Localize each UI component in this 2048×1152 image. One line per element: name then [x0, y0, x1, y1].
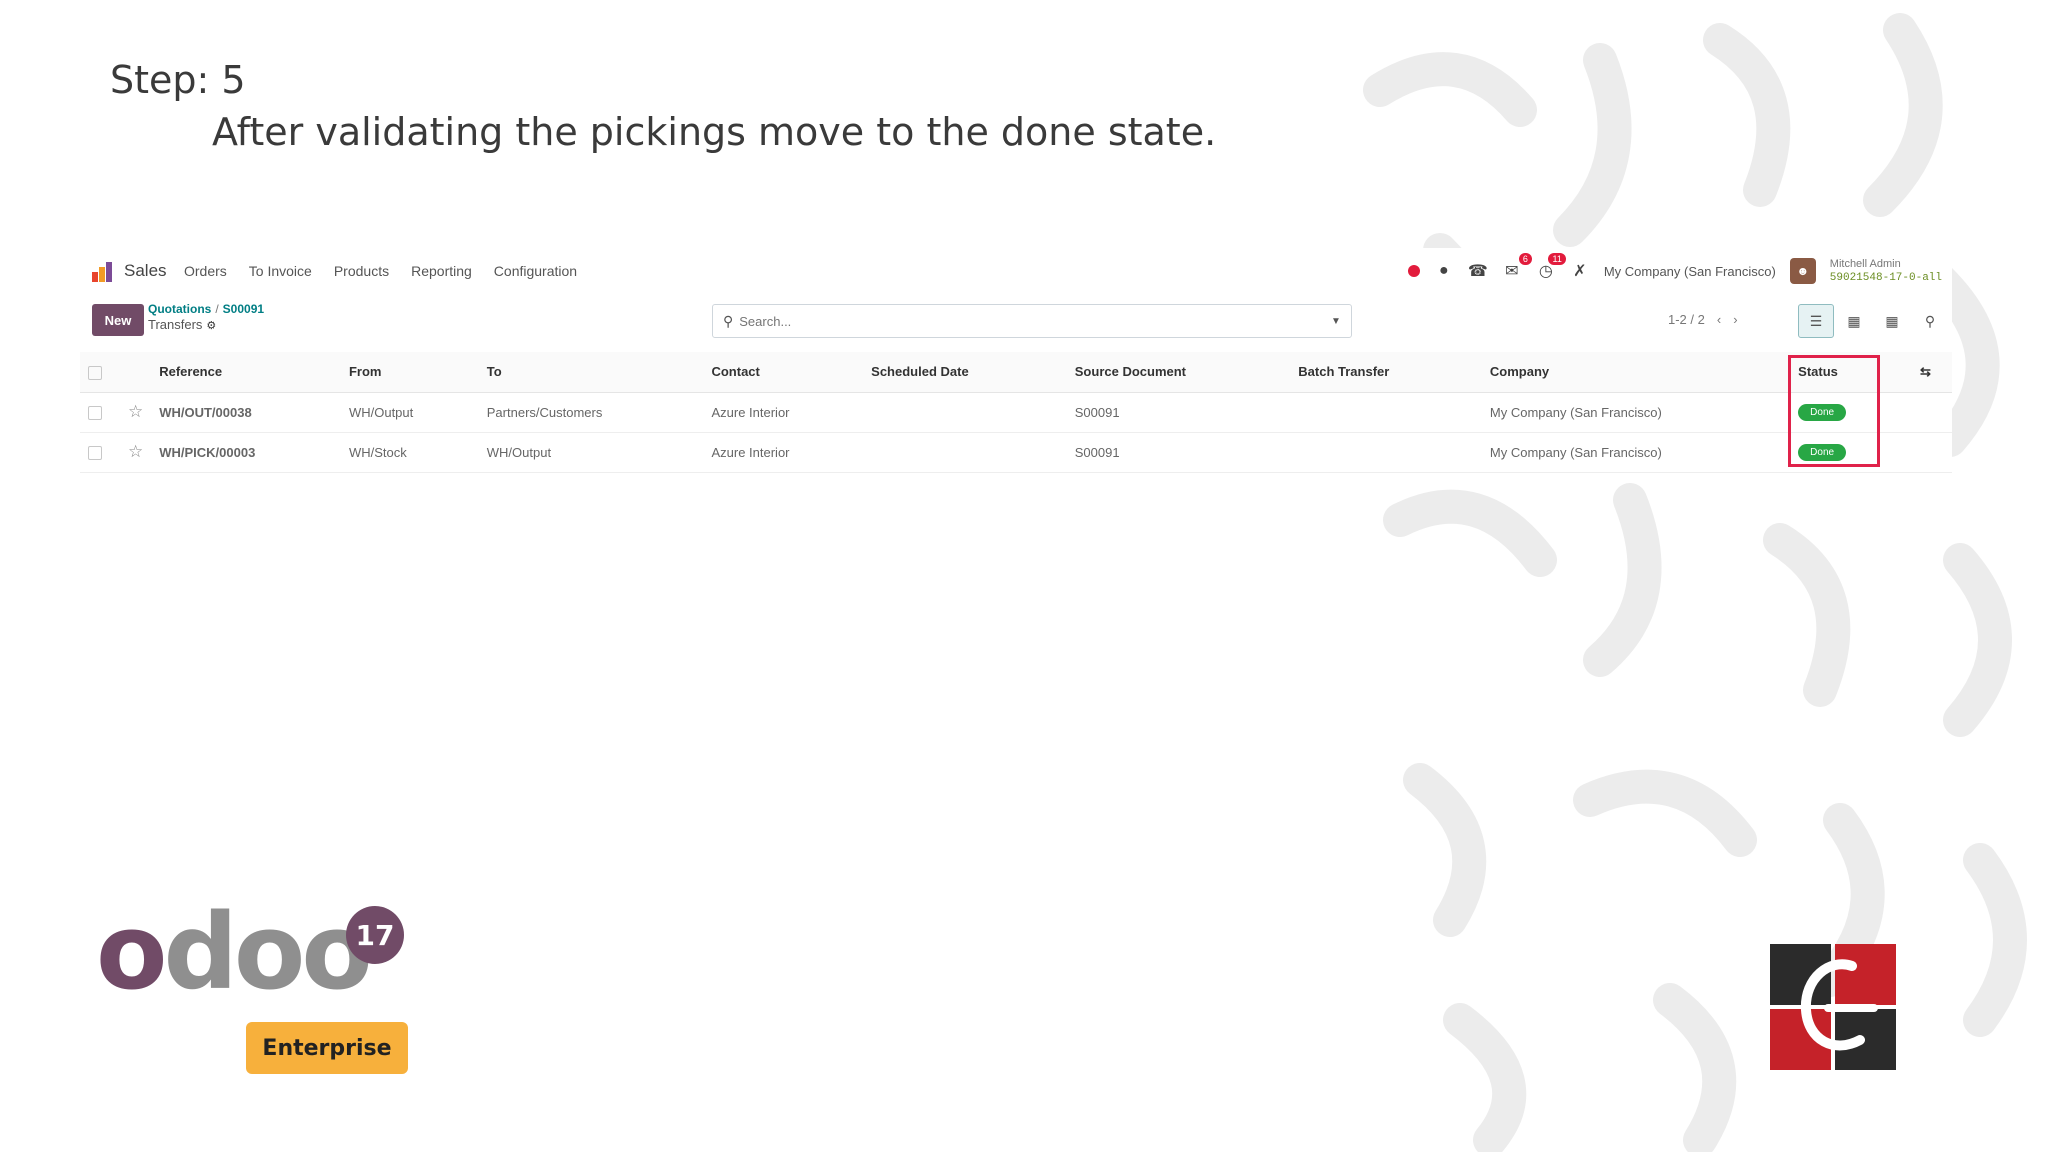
star-icon[interactable]: ☆ — [128, 402, 143, 421]
cell-contact: Azure Interior — [703, 432, 864, 473]
row-trailing-cell — [1911, 392, 1952, 433]
table-row[interactable]: ☆ WH/PICK/00003 WH/Stock WH/Output Azure… — [80, 432, 1952, 473]
optional-columns-icon[interactable]: ⇆ — [1911, 352, 1952, 393]
status-badge: Done — [1798, 444, 1847, 461]
messages-icon[interactable]: ✉ 6 — [1502, 253, 1532, 281]
view-switcher: ☰ ▦ ▦ ⚲ — [1798, 304, 1948, 338]
breadcrumb-separator: / — [215, 302, 219, 316]
decorative-swirl-background — [1340, 0, 2048, 1152]
menu-reporting[interactable]: Reporting — [411, 263, 472, 279]
search-options-toggle-icon[interactable]: ▼ — [1321, 316, 1351, 327]
pager-value[interactable]: 1-2 / 2 — [1668, 312, 1705, 327]
favorite-cell: ☆ — [119, 432, 152, 473]
pager-next-icon[interactable]: › — [1733, 312, 1737, 327]
pager: 1-2 / 2 ‹ › — [1668, 312, 1738, 327]
menu-to-invoice[interactable]: To Invoice — [249, 263, 312, 279]
app-name[interactable]: Sales — [124, 261, 167, 281]
company-brand-logo — [1770, 944, 1896, 1070]
database-name: 59021548-17-0-all — [1829, 272, 1942, 284]
step-description: After validating the pickings move to th… — [212, 110, 1217, 154]
bug-icon[interactable]: ● — [1434, 261, 1454, 281]
cell-to: Partners/Customers — [478, 392, 704, 433]
cell-batch-transfer — [1290, 432, 1482, 473]
cell-to: WH/Output — [478, 432, 704, 473]
breadcrumb-order[interactable]: S00091 — [223, 302, 264, 316]
messages-count-badge: 6 — [1518, 253, 1532, 265]
user-avatar[interactable]: ☻ — [1789, 258, 1816, 284]
version-badge: 17 — [346, 906, 404, 964]
header-scheduled-date[interactable]: Scheduled Date — [863, 352, 1067, 393]
cell-source-document: S00091 — [1066, 432, 1291, 473]
cell-status: Done — [1790, 432, 1912, 473]
activities-icon[interactable]: ◷ 11 — [1536, 253, 1566, 281]
search-bar: ⚲ ▼ — [712, 304, 1352, 338]
table-header-row: Reference From To Contact Scheduled Date… — [80, 352, 1952, 393]
header-company[interactable]: Company — [1481, 352, 1791, 393]
user-name: Mitchell Admin — [1829, 258, 1901, 270]
row-checkbox[interactable] — [88, 405, 102, 420]
cell-company: My Company (San Francisco) — [1481, 432, 1791, 473]
search-icon: ⚲ — [723, 312, 734, 329]
row-trailing-cell — [1911, 432, 1952, 473]
header-reference[interactable]: Reference — [151, 352, 341, 393]
calendar-view-icon[interactable]: ▦ — [1874, 304, 1910, 338]
cell-from: WH/Output — [340, 392, 479, 433]
header-status[interactable]: Status — [1790, 352, 1912, 393]
gear-icon[interactable]: ⚙ — [206, 320, 216, 332]
menu-products[interactable]: Products — [334, 263, 389, 279]
search-input[interactable] — [739, 313, 1321, 329]
menu-orders[interactable]: Orders — [184, 263, 227, 279]
odoo-app-window: Sales Orders To Invoice Products Reporti… — [80, 248, 1952, 478]
header-from[interactable]: From — [340, 352, 479, 393]
odoo-logo: odoo — [96, 891, 373, 1013]
cell-contact: Azure Interior — [703, 392, 864, 433]
pager-previous-icon[interactable]: ‹ — [1717, 312, 1721, 327]
cell-status: Done — [1790, 392, 1912, 433]
step-title: Step: 5 — [110, 58, 246, 102]
breadcrumb-quotations[interactable]: Quotations — [148, 302, 211, 316]
header-source-document[interactable]: Source Document — [1066, 352, 1291, 393]
status-badge: Done — [1798, 404, 1847, 421]
star-icon[interactable]: ☆ — [128, 442, 143, 461]
cell-reference: WH/OUT/00038 — [151, 392, 341, 433]
transfers-list: Reference From To Contact Scheduled Date… — [80, 352, 1952, 473]
phone-icon[interactable]: ☎ — [1468, 261, 1488, 281]
row-select-cell — [80, 392, 120, 433]
favorite-cell: ☆ — [119, 392, 152, 433]
cell-scheduled-date — [863, 392, 1067, 433]
user-menu[interactable]: Mitchell Admin 59021548-17-0-all — [1830, 257, 1942, 285]
header-to[interactable]: To — [478, 352, 704, 393]
cell-scheduled-date — [863, 432, 1067, 473]
recording-dot-icon[interactable] — [1407, 265, 1420, 277]
header-batch-transfer[interactable]: Batch Transfer — [1290, 352, 1482, 393]
breadcrumb: Quotations / S00091 Transfers ⚙ — [148, 302, 264, 334]
activities-count-badge: 11 — [1548, 253, 1566, 265]
company-switcher[interactable]: My Company (San Francisco) — [1604, 264, 1776, 279]
cell-company: My Company (San Francisco) — [1481, 392, 1791, 433]
page-title: Transfers — [148, 317, 203, 332]
cell-from: WH/Stock — [340, 432, 479, 473]
top-navbar: Sales Orders To Invoice Products Reporti… — [80, 248, 1952, 294]
systray: ● ☎ ✉ 6 ◷ 11 ✗ My Company (San Francisco) … — [1407, 253, 1942, 288]
cell-source-document: S00091 — [1066, 392, 1291, 433]
table-row[interactable]: ☆ WH/OUT/00038 WH/Output Partners/Custom… — [80, 392, 1952, 433]
list-view-icon[interactable]: ☰ — [1798, 304, 1834, 338]
tools-icon[interactable]: ✗ — [1570, 261, 1590, 281]
favorite-header — [119, 352, 152, 393]
menu-configuration[interactable]: Configuration — [494, 263, 577, 279]
kanban-view-icon[interactable]: ▦ — [1836, 304, 1872, 338]
header-contact[interactable]: Contact — [703, 352, 864, 393]
sales-app-icon[interactable] — [90, 260, 114, 284]
select-all-checkbox[interactable] — [88, 365, 102, 380]
row-checkbox[interactable] — [88, 445, 102, 460]
cell-reference: WH/PICK/00003 — [151, 432, 341, 473]
enterprise-badge: Enterprise — [246, 1022, 408, 1074]
main-menu: Orders To Invoice Products Reporting Con… — [184, 263, 577, 279]
control-panel: New Quotations / S00091 Transfers⚙ ⚲ ▼ 1-2… — [80, 302, 1952, 342]
cell-batch-transfer — [1290, 392, 1482, 433]
row-select-cell — [80, 432, 120, 473]
map-view-icon[interactable]: ⚲ — [1912, 304, 1948, 338]
select-all-cell — [80, 352, 120, 393]
new-button[interactable]: New — [92, 304, 144, 336]
